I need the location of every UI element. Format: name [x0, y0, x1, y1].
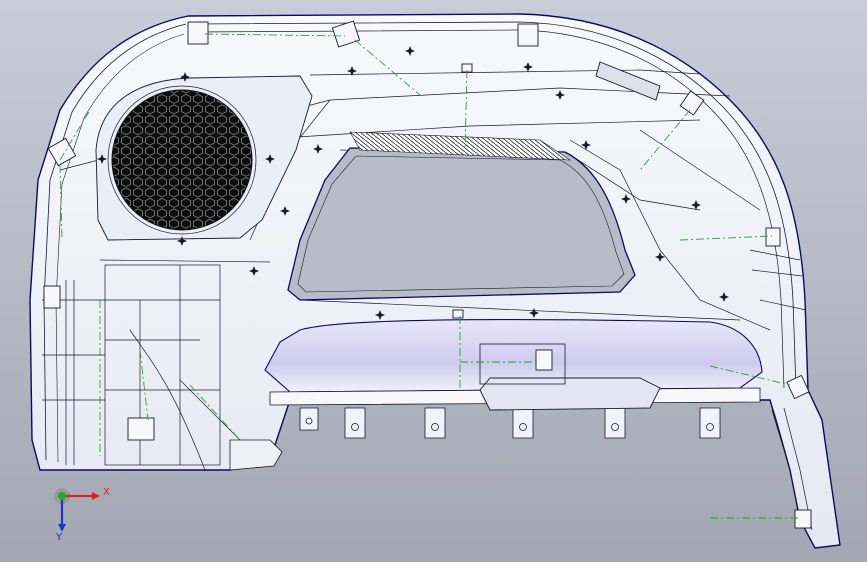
mount-holes: [258, 417, 714, 457]
cad-model-view[interactable]: [0, 0, 867, 562]
coordinate-triad: [54, 488, 100, 532]
door-handle-opening: [287, 147, 636, 301]
lower-left-corner: [229, 439, 283, 471]
cad-viewport[interactable]: X Y: [0, 0, 867, 562]
speaker-grille: [111, 89, 253, 231]
x-axis-label: X: [103, 487, 110, 498]
pocket-bracket: [479, 377, 661, 411]
lower-mount-tabs: [299, 407, 721, 439]
z-axis-dot: [58, 492, 66, 500]
y-axis-label: Y: [56, 532, 63, 543]
